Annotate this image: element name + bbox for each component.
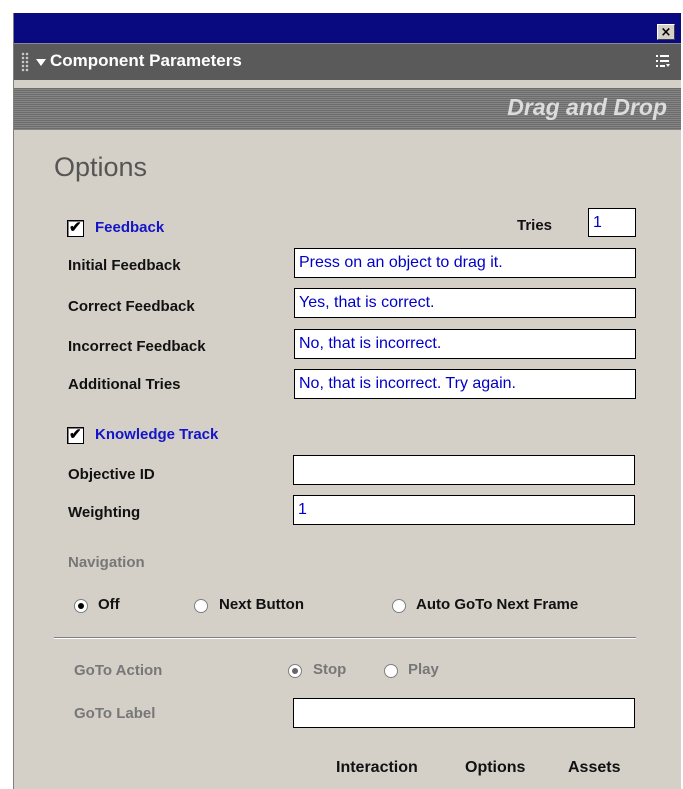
tab-interaction[interactable]: Interaction: [336, 759, 418, 777]
navigation-heading: Navigation: [68, 554, 145, 571]
nav-next-button-label[interactable]: Next Button: [219, 596, 304, 613]
close-button[interactable]: ×: [657, 24, 675, 40]
incorrect-feedback-input[interactable]: No, that is incorrect.: [294, 329, 636, 359]
nav-auto-goto-radio[interactable]: [392, 599, 406, 613]
feedback-label: Feedback: [95, 219, 165, 236]
correct-feedback-label: Correct Feedback: [68, 298, 195, 315]
weighting-label: Weighting: [68, 504, 141, 521]
window-titlebar[interactable]: ×: [14, 13, 681, 43]
additional-tries-input[interactable]: No, that is incorrect. Try again.: [294, 369, 636, 399]
feedback-checkbox[interactable]: ✔: [67, 219, 84, 237]
nav-next-button-radio[interactable]: [194, 599, 208, 613]
tab-options[interactable]: Options: [465, 759, 525, 777]
panel-title: Component Parameters: [50, 51, 242, 70]
objective-id-label: Objective ID: [68, 466, 155, 483]
tries-label: Tries: [517, 217, 553, 234]
goto-label-input[interactable]: [293, 698, 635, 728]
panel-menu-icon[interactable]: [655, 53, 671, 69]
component-banner: Drag and Drop: [14, 88, 681, 130]
goto-play-label[interactable]: Play: [408, 661, 439, 678]
banner-title: Drag and Drop: [507, 94, 667, 120]
additional-tries-label: Additional Tries: [68, 376, 181, 393]
correct-feedback-input[interactable]: Yes, that is correct.: [294, 288, 636, 318]
tries-input[interactable]: 1: [588, 208, 636, 237]
initial-feedback-input[interactable]: Press on an object to drag it.: [294, 248, 636, 278]
drag-grip-icon[interactable]: [21, 52, 29, 72]
goto-stop-label[interactable]: Stop: [313, 661, 346, 678]
checkmark-icon: ✔: [69, 426, 82, 443]
checkmark-icon: ✔: [69, 219, 82, 236]
panel-header[interactable]: Component Parameters: [14, 43, 681, 80]
knowledge-track-label: Knowledge Track: [95, 426, 219, 443]
initial-feedback-label: Initial Feedback: [68, 257, 181, 274]
goto-stop-radio[interactable]: [288, 664, 302, 678]
nav-off-radio[interactable]: [74, 599, 88, 613]
section-divider: [54, 637, 636, 639]
knowledge-track-checkbox[interactable]: ✔: [67, 426, 84, 444]
goto-action-label: GoTo Action: [74, 662, 163, 679]
weighting-input[interactable]: 1: [293, 495, 635, 525]
incorrect-feedback-label: Incorrect Feedback: [68, 338, 206, 355]
nav-auto-goto-label[interactable]: Auto GoTo Next Frame: [416, 596, 578, 613]
nav-off-label[interactable]: Off: [98, 596, 120, 613]
collapse-triangle-icon[interactable]: [36, 59, 46, 66]
options-heading: Options: [54, 152, 148, 182]
goto-label-label: GoTo Label: [74, 705, 156, 722]
tab-assets[interactable]: Assets: [568, 759, 620, 777]
goto-play-radio[interactable]: [384, 664, 398, 678]
objective-id-input[interactable]: [293, 455, 635, 485]
